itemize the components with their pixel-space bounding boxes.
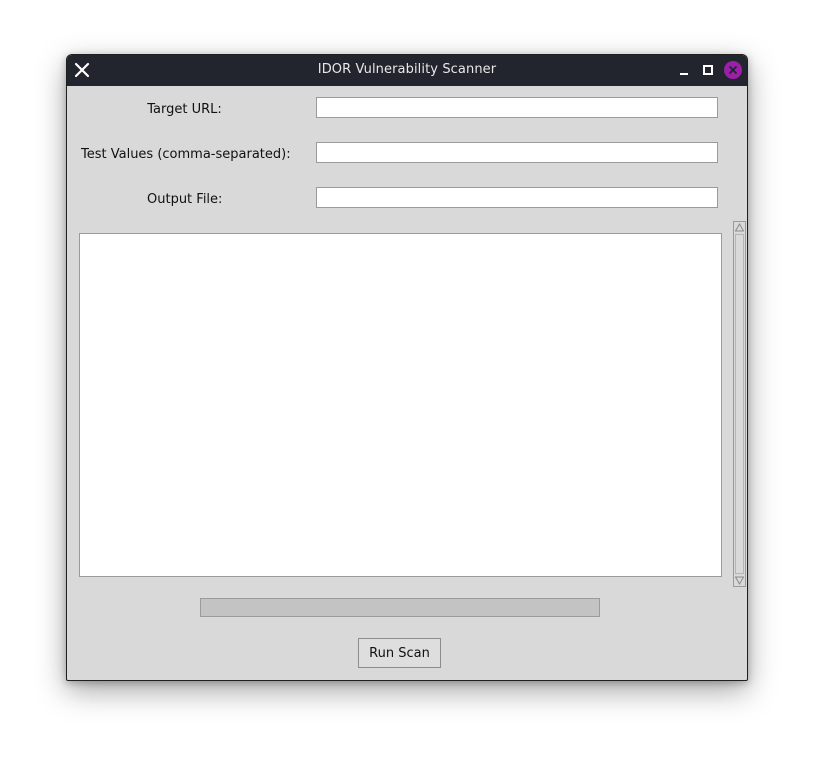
target-url-input[interactable] <box>316 97 718 118</box>
output-file-label: Output File: <box>147 192 223 207</box>
scan-progress-bar <box>200 598 600 617</box>
target-url-label: Target URL: <box>147 102 222 117</box>
title-bar[interactable]: IDOR Vulnerability Scanner <box>67 55 747 86</box>
output-file-input[interactable] <box>316 187 718 208</box>
app-window: IDOR Vulnerability Scanner Target URL: T… <box>66 54 748 681</box>
close-icon[interactable] <box>723 60 743 80</box>
scroll-down-arrow-icon[interactable] <box>734 575 745 586</box>
window-title: IDOR Vulnerability Scanner <box>317 62 497 77</box>
minimize-icon[interactable] <box>677 63 691 77</box>
scroll-thumb[interactable] <box>735 234 744 574</box>
results-text-area[interactable] <box>79 233 722 577</box>
results-scrollbar[interactable] <box>733 221 746 587</box>
scroll-up-arrow-icon[interactable] <box>734 222 745 233</box>
test-values-label: Test Values (comma-separated): <box>81 147 291 162</box>
maximize-icon[interactable] <box>701 63 715 77</box>
test-values-input[interactable] <box>316 142 718 163</box>
run-scan-button[interactable]: Run Scan <box>358 638 441 668</box>
